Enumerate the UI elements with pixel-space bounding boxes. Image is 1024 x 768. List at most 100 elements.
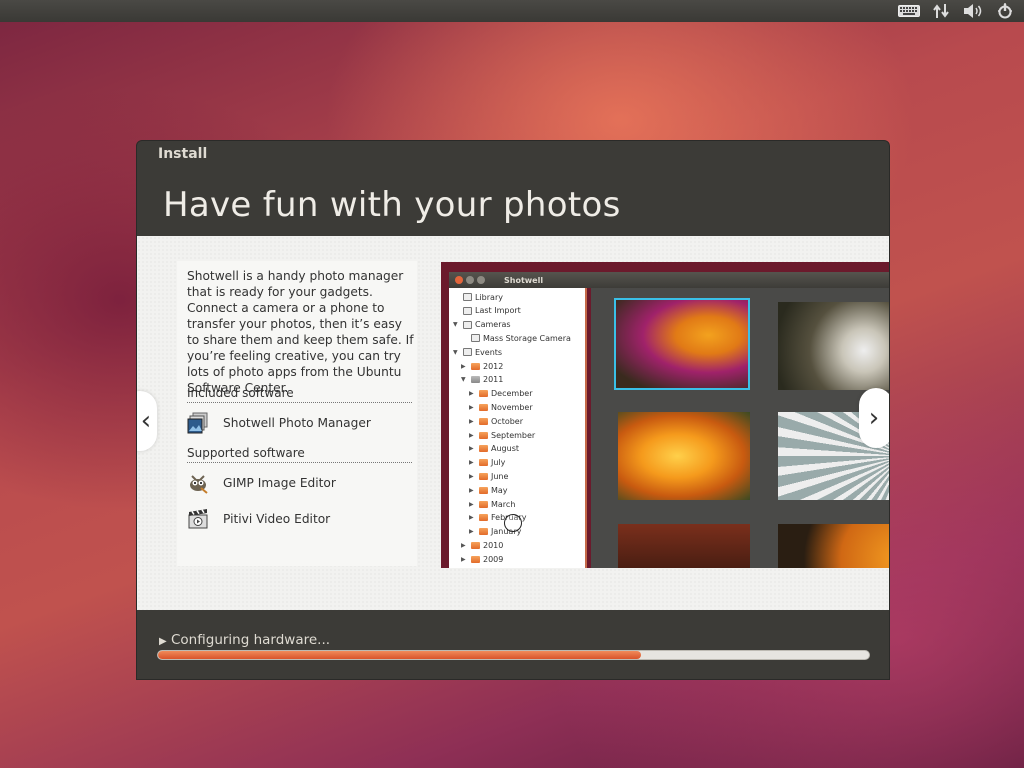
expander-triangle-icon[interactable]: ▶: [461, 556, 468, 563]
expander-triangle-icon[interactable]: ▶: [469, 418, 476, 425]
folder-icon: [479, 445, 488, 453]
expander-triangle-icon[interactable]: ▶: [461, 363, 468, 370]
keyboard-icon[interactable]: [898, 2, 920, 20]
events-icon: [463, 348, 472, 357]
tree-row[interactable]: ▶ 2010: [461, 539, 503, 551]
expander-triangle-icon[interactable]: ▶: [469, 459, 476, 466]
supported-software-label-pitivi: Pitivi Video Editor: [223, 512, 331, 526]
folder-icon: [479, 431, 488, 439]
folder-icon: [479, 472, 488, 480]
supported-software-label-gimp: GIMP Image Editor: [223, 476, 336, 490]
camera-icon: [463, 320, 472, 329]
supported-software-heading: Supported software: [187, 446, 412, 463]
supported-software-item-gimp: GIMP Image Editor: [187, 472, 336, 494]
tree-row-label: 2012: [483, 361, 504, 371]
folder-icon: [471, 555, 480, 563]
tree-row[interactable]: Mass Storage Camera: [461, 332, 571, 344]
tree-row-label: December: [491, 389, 533, 399]
tree-row[interactable]: ▶ 2012: [461, 360, 503, 372]
tree-row[interactable]: ▶ December: [469, 388, 532, 400]
tree-row-label: March: [491, 499, 516, 509]
expander-triangle-icon[interactable]: ▶: [469, 501, 476, 508]
tree-row-label: Last Import: [475, 306, 521, 316]
tree-row[interactable]: ▶ July: [469, 457, 505, 469]
tree-row[interactable]: ▶ 2009: [461, 553, 503, 565]
expander-triangle-icon[interactable]: ▶: [469, 404, 476, 411]
shotwell-icon: [187, 412, 209, 434]
slideshow-panel: Shotwell is a handy photo manager that i…: [137, 236, 889, 610]
expander-triangle-icon[interactable]: ▶: [469, 487, 476, 494]
maximize-icon: [477, 276, 485, 284]
tree-row-label: Cameras: [475, 320, 511, 330]
expander-triangle-icon[interactable]: ▶: [461, 542, 468, 549]
tree-row-label: November: [491, 402, 533, 412]
close-icon: [455, 276, 463, 284]
folder-icon: [479, 403, 488, 411]
progress-bar-fill: [158, 651, 642, 659]
progress-status-text: Configuring hardware...: [171, 632, 331, 648]
tree-row[interactable]: ▼ Events: [453, 346, 502, 358]
expander-triangle-icon[interactable]: ▼: [461, 376, 468, 383]
tree-row-label: Events: [475, 347, 503, 357]
tree-row[interactable]: Library: [453, 291, 503, 303]
thumb-white-flowers: [778, 302, 889, 390]
folder-icon: [479, 417, 488, 425]
tree-row[interactable]: ▶ March: [469, 498, 515, 510]
tree-row[interactable]: ▶ October: [469, 415, 523, 427]
busy-cursor-icon: [504, 514, 522, 532]
tree-row[interactable]: ▶ August: [469, 443, 519, 455]
supported-software-item-pitivi: Pitivi Video Editor: [187, 508, 330, 530]
shotwell-title: Shotwell: [504, 275, 544, 285]
network-icon[interactable]: [930, 2, 952, 20]
shotwell-photo-grid: [591, 288, 889, 568]
expander-triangle-icon[interactable]: ▼: [453, 321, 460, 328]
thumb-purple-orange-flower: [614, 298, 750, 390]
folder-grey-icon: [471, 376, 480, 384]
folder-icon: [479, 528, 488, 536]
tree-row[interactable]: ▼ 2011: [461, 374, 503, 386]
folder-icon: [479, 486, 488, 494]
top-panel: [0, 0, 1024, 22]
progress-status[interactable]: ▶ Configuring hardware...: [159, 632, 330, 648]
tree-row-label: September: [491, 430, 536, 440]
progress-bar: [157, 650, 870, 660]
clock-icon: [463, 306, 472, 315]
tree-row[interactable]: ▶ May: [469, 484, 508, 496]
expander-triangle-icon[interactable]: ▶: [469, 445, 476, 452]
shotwell-titlebar: Shotwell: [449, 272, 889, 288]
folder-icon: [471, 362, 480, 370]
expander-triangle-icon[interactable]: ▶: [469, 514, 476, 521]
expander-triangle-icon[interactable]: ▶: [469, 528, 476, 535]
tree-row[interactable]: ▶ November: [469, 401, 533, 413]
tree-row-label: 2009: [483, 554, 504, 564]
included-software-item: Shotwell Photo Manager: [187, 412, 371, 434]
library-icon: [463, 293, 472, 301]
folder-icon: [471, 541, 480, 549]
expander-triangle-icon[interactable]: ▶: [469, 473, 476, 480]
folder-icon: [479, 459, 488, 467]
installer-window: Install Have fun with your photos Shotwe…: [136, 140, 890, 680]
next-slide-button[interactable]: ›: [859, 388, 889, 448]
chevron-left-icon: ‹: [140, 406, 152, 436]
folder-icon: [479, 500, 488, 508]
info-panel: Shotwell is a handy photo manager that i…: [177, 261, 417, 566]
window-title: Install: [158, 146, 208, 162]
tree-row-label: 2010: [483, 540, 504, 550]
included-software-label: Shotwell Photo Manager: [223, 416, 371, 430]
tree-row[interactable]: ▶ September: [469, 429, 535, 441]
pitivi-icon: [187, 508, 209, 530]
minimize-icon: [466, 276, 474, 284]
expander-triangle-icon[interactable]: ▶: [469, 390, 476, 397]
previous-slide-button[interactable]: ‹: [137, 391, 157, 451]
volume-icon[interactable]: [962, 2, 984, 20]
tree-row-label: June: [491, 471, 509, 481]
tree-row-label: August: [491, 444, 519, 454]
tree-row[interactable]: Last Import: [453, 305, 521, 317]
expander-triangle-icon[interactable]: ▶: [469, 432, 476, 439]
tree-row-label: Mass Storage Camera: [483, 333, 571, 343]
power-icon[interactable]: [994, 2, 1016, 20]
tree-row[interactable]: ▶ June: [469, 470, 508, 482]
expander-triangle-icon: ▶: [159, 636, 167, 647]
tree-row[interactable]: ▼ Cameras: [453, 319, 511, 331]
expander-triangle-icon[interactable]: ▼: [453, 349, 460, 356]
